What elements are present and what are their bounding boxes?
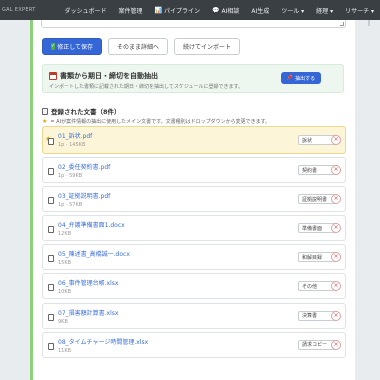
delete-document-button[interactable]: × — [331, 310, 341, 321]
list-item: 02_委任契約書.pdf 1p · 59KB 契約書⌄ × — [42, 157, 346, 184]
delete-document-button[interactable]: × — [331, 165, 341, 176]
documents-title: 登録された文書（8件） — [42, 106, 121, 116]
right-gutter — [355, 20, 380, 380]
star-icon: ★ — [42, 118, 48, 125]
deadline-extract-box: 書類から期日・締切を自動抽出 インポートした書類に記載された期日・締切を抽出して… — [42, 64, 344, 93]
document-meta: 1p · 57KB — [58, 202, 83, 209]
delete-document-button[interactable]: × — [331, 252, 341, 263]
action-buttons: ✓ 修正して保存 そのまま詳細へ 続けてインポート — [42, 38, 241, 55]
delete-document-button[interactable]: × — [331, 194, 341, 205]
file-icon — [48, 284, 54, 292]
extract-description: インポートした書類に記載された期日・締切を抽出してスケジュールに登録できます。 — [49, 84, 244, 90]
file-icon — [48, 168, 54, 176]
document-icon — [42, 107, 48, 115]
document-name-link[interactable]: 05_陳述書_高橋誠一.docx — [58, 249, 130, 258]
list-item: 04_弁護準備書面1.docx 12KB 準備書面⌄ × — [42, 215, 346, 242]
list-item: 03_証拠説明書.pdf 1p · 57KB 証拠説明書⌄ × — [42, 186, 346, 213]
continue-import-button[interactable]: 続けてインポート — [174, 38, 241, 55]
delete-document-button[interactable]: × — [331, 223, 341, 234]
list-item: 07_損害額計算書.xlsx 9KB 決算書⌄ × — [42, 302, 346, 329]
save-button[interactable]: ✓ 修正して保存 — [42, 38, 102, 55]
document-name-link[interactable]: 02_委任契約書.pdf — [58, 162, 110, 171]
delete-document-button[interactable]: × — [331, 281, 341, 292]
top-navbar: GAL EXPERT ダッシュボード 案件管理 📊 パイプライン 💬 AI相談 AI… — [0, 0, 380, 20]
document-name-link[interactable]: 01_訴状.pdf — [58, 131, 92, 140]
file-icon — [48, 226, 54, 234]
scrollbar-thumb[interactable] — [368, 20, 370, 26]
nav-accounting[interactable]: 経理 ▾ — [310, 6, 339, 15]
nav-cases[interactable]: 案件管理 — [112, 6, 148, 15]
document-meta: 10KB — [58, 289, 72, 296]
import-result-panel: ✓ 修正して保存 そのまま詳細へ 続けてインポート 書類から期日・締切を自動抽出 … — [30, 20, 355, 380]
nav-menu: ダッシュボード 案件管理 📊 パイプライン 💬 AI相談 AI生成 ツール ▾ 経理… — [58, 6, 380, 15]
document-name-link[interactable]: 07_損害額計算書.xlsx — [58, 308, 118, 317]
nav-ai-generate[interactable]: AI生成 — [245, 6, 275, 15]
document-meta: 1p · 145KB — [58, 142, 86, 148]
file-icon — [48, 197, 54, 205]
pin-icon: 📌 — [286, 75, 294, 81]
extract-title: 書類から期日・締切を自動抽出 — [49, 71, 158, 81]
list-item: ★ 01_訴状.pdf 1p · 145KB 訴状⌄ × — [42, 126, 346, 154]
documents-note: ★ = AIが案件情報の抽出に使用したメイン文書です。文書種別はドロップダウンから… — [42, 118, 271, 125]
file-icon — [48, 342, 54, 350]
list-item: 05_陳述書_高橋誠一.docx 15KB 和解目録⌄ × — [42, 244, 346, 271]
file-icon — [48, 255, 54, 263]
document-list: ★ 01_訴状.pdf 1p · 145KB 訴状⌄ × 02_委任契約書.pd… — [42, 126, 346, 361]
file-icon — [48, 313, 54, 321]
document-meta: 12KB — [58, 231, 72, 238]
resize-handle-icon[interactable] — [340, 22, 344, 26]
nav-dashboard[interactable]: ダッシュボード — [58, 6, 112, 15]
nav-tools[interactable]: ツール ▾ — [275, 6, 310, 15]
extract-button[interactable]: 📌 抽出する — [281, 72, 321, 84]
list-item: 06_事件管理台帳.xlsx 10KB その他⌄ × — [42, 273, 346, 300]
document-name-link[interactable]: 03_証拠説明書.pdf — [58, 191, 110, 200]
list-item: 08_タイムチャージ時間管理.xlsx 11KB 請求コピー⌄ × — [42, 331, 346, 358]
calendar-icon — [49, 72, 57, 80]
chat-icon: 💬 — [212, 6, 220, 14]
document-meta: 11KB — [58, 347, 72, 354]
nav-ai-consult[interactable]: 💬 AI相談 — [206, 6, 245, 15]
brand-logo[interactable]: GAL EXPERT — [2, 7, 58, 13]
document-meta: 1p · 59KB — [58, 173, 83, 180]
document-name-link[interactable]: 04_弁護準備書面1.docx — [58, 220, 125, 229]
file-icon — [48, 138, 54, 145]
delete-document-button[interactable]: × — [331, 339, 341, 350]
document-meta: 15KB — [58, 260, 72, 267]
nav-research[interactable]: リサーチ ▾ — [339, 6, 380, 15]
document-name-link[interactable]: 06_事件管理台帳.xlsx — [58, 278, 118, 287]
delete-document-button[interactable]: × — [331, 135, 341, 145]
check-icon: ✓ — [50, 43, 56, 50]
nav-pipeline[interactable]: 📊 パイプライン — [149, 6, 207, 15]
keep-details-button[interactable]: そのまま詳細へ — [108, 38, 169, 55]
notes-textarea[interactable] — [41, 20, 346, 28]
document-name-link[interactable]: 08_タイムチャージ時間管理.xlsx — [58, 337, 148, 346]
chart-icon: 📊 — [154, 6, 162, 14]
document-meta: 9KB — [58, 318, 68, 325]
